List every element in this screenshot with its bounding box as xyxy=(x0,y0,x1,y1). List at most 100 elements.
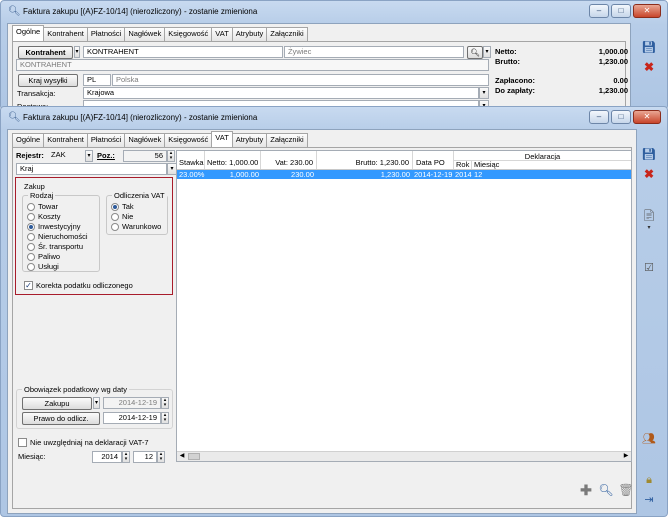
back-title-bar[interactable]: 🔍︎ Faktura zakupu [(A)FZ-10/14] (nierozl… xyxy=(1,1,667,23)
scroll-thumb[interactable] xyxy=(188,453,200,460)
maximize-button[interactable]: □ xyxy=(611,4,631,18)
add-icon[interactable]: ✚ xyxy=(577,481,595,499)
lock-icon[interactable]: 🔒︎ xyxy=(640,471,658,489)
poz-field[interactable]: 56 xyxy=(123,150,167,162)
nie-uwzgledniaj-checkbox[interactable]: Nie uwzględniaj na deklaracji VAT-7 xyxy=(18,438,149,447)
rodzaj-nieruchomosci[interactable]: Nieruchomości xyxy=(27,232,88,241)
rejestr-select[interactable]: ZAK xyxy=(51,150,85,162)
horizontal-scrollbar[interactable]: ◀ ▶ xyxy=(177,451,631,461)
tab-zalaczniki[interactable]: Załączniki xyxy=(266,133,308,147)
zakup-group: Zakup Rodzaj Towar Koszty Inwestycyjny N… xyxy=(15,177,173,295)
tab-ksiegowosc[interactable]: Księgowość xyxy=(164,133,213,147)
document-dropdown-icon[interactable]: ▾ xyxy=(640,223,658,233)
miesiac-year-spinner[interactable]: ▴ ▾ xyxy=(122,451,130,463)
radio-dot-selected xyxy=(27,222,35,231)
rodzaj-koszty[interactable]: Koszty xyxy=(27,212,61,221)
back-window: 🔍︎ Faktura zakupu [(A)FZ-10/14] (nierozl… xyxy=(0,0,668,113)
poz-spinner[interactable]: ▴ ▾ xyxy=(167,150,175,162)
transakcja-dropdown[interactable]: ▾ xyxy=(479,87,489,99)
col-miesiac-label: Miesiąc xyxy=(474,160,500,169)
miesiac-month-spinner[interactable]: ▴ ▾ xyxy=(157,451,165,463)
maximize-button[interactable]: □ xyxy=(611,110,631,124)
radio-dot xyxy=(27,232,35,241)
transakcja-select[interactable]: Krajowa xyxy=(83,87,479,99)
brutto-value: 1,230.00 xyxy=(598,57,628,66)
col-stawka-label: Stawka xyxy=(179,158,204,167)
kontrahent-button[interactable]: Kontrahent xyxy=(18,46,73,59)
minimize-button[interactable]: ‒ xyxy=(589,110,609,124)
prawo-date-spinner[interactable]: ▴ ▾ xyxy=(161,412,169,424)
radio-dot xyxy=(27,252,35,261)
vat-grid[interactable]: Stawka Netto: 1,000.00 Vat: 230.00 Brutt… xyxy=(176,150,632,462)
close-button[interactable]: ✕ xyxy=(633,4,661,18)
save-icon[interactable]: 💾︎ xyxy=(640,145,658,163)
col-stawka[interactable]: Stawka xyxy=(177,151,205,169)
odliczenia-warunkowo[interactable]: Warunkowo xyxy=(111,222,161,231)
prawo-date-field[interactable]: 2014-12-19 xyxy=(103,412,161,424)
back-save-icon[interactable]: 💾︎ xyxy=(640,38,658,56)
scroll-left-arrow[interactable]: ◀ xyxy=(177,452,187,461)
rodzaj-inwestycyjny[interactable]: Inwestycyjny xyxy=(27,222,81,231)
col-miesiac[interactable]: Miesiąc xyxy=(472,160,631,169)
kontrahent-search-button[interactable]: 🔍︎ xyxy=(467,46,483,59)
rodzaj-paliwo[interactable]: Paliwo xyxy=(27,252,60,261)
checklist-icon[interactable]: ☑ xyxy=(640,259,658,277)
back-tab-platnosci[interactable]: Płatności xyxy=(86,27,126,41)
scroll-right-arrow[interactable]: ▶ xyxy=(621,452,631,461)
odliczenia-tak[interactable]: Tak xyxy=(111,202,134,211)
back-cancel-icon[interactable]: ✖ xyxy=(640,58,658,76)
rodzaj-inwestycyjny-label: Inwestycyjny xyxy=(38,222,81,231)
tab-vat[interactable]: VAT xyxy=(211,131,233,147)
rodzaj-towar[interactable]: Towar xyxy=(27,202,58,211)
back-tab-kontrahent[interactable]: Kontrahent xyxy=(43,27,88,41)
back-tab-atrybuty[interactable]: Atrybuty xyxy=(231,27,268,41)
col-netto-label: Netto: 1,000.00 xyxy=(207,158,259,167)
korekta-checkbox[interactable]: ✓ Korekta podatku odliczonego xyxy=(24,281,133,290)
minimize-button[interactable]: ‒ xyxy=(589,4,609,18)
kraj-wysylki-button[interactable]: Kraj wysyłki xyxy=(18,74,78,87)
tab-atrybuty[interactable]: Atrybuty xyxy=(231,133,268,147)
col-brutto[interactable]: Brutto: 1,230.00 xyxy=(317,151,413,169)
obowiazek-group: Obowiązek podatkowy wg daty Zakupu ▾ 201… xyxy=(16,385,173,429)
front-title-bar[interactable]: 🔍︎ Faktura zakupu [(A)FZ-10/14] (nierozl… xyxy=(1,107,667,129)
search-icon[interactable]: 🔍︎ xyxy=(597,481,615,499)
miesiac-year-field[interactable]: 2014 xyxy=(92,451,122,463)
prawo-do-odlicz-button[interactable]: Prawo do odlicz. xyxy=(22,412,100,425)
zakupu-dropdown[interactable]: ▾ xyxy=(93,397,100,409)
back-tab-ksiegowosc[interactable]: Księgowość xyxy=(164,27,213,41)
back-tab-vat[interactable]: VAT xyxy=(211,27,233,41)
tab-naglowek[interactable]: Nagłówek xyxy=(124,133,166,147)
tab-ogolne[interactable]: Ogólne xyxy=(12,133,45,147)
rejestr-dropdown[interactable]: ▾ xyxy=(85,150,93,162)
radio-dot xyxy=(27,242,35,251)
zakupu-date-spinner[interactable]: ▴ ▾ xyxy=(161,397,169,409)
col-data-po[interactable]: Data PO xyxy=(413,151,454,169)
back-tab-naglowek[interactable]: Nagłówek xyxy=(124,27,166,41)
odliczenia-nie[interactable]: Nie xyxy=(111,212,133,221)
close-button[interactable]: ✕ xyxy=(633,110,661,124)
rodzaj-sr-transportu[interactable]: Śr. transportu xyxy=(27,242,83,251)
zakupu-button[interactable]: Zakupu xyxy=(22,397,92,410)
korekta-label: Korekta podatku odliczonego xyxy=(36,281,133,290)
cell-data-po: 2014-12-19 xyxy=(414,170,453,179)
kontrahent-search-dropdown[interactable]: ▾ xyxy=(483,46,491,58)
delete-icon[interactable]: 🗑︎ xyxy=(617,481,635,499)
col-rok[interactable]: Rok xyxy=(454,160,472,169)
rodzaj-paliwo-label: Paliwo xyxy=(38,252,61,261)
col-vat[interactable]: Vat: 230.00 xyxy=(261,151,317,169)
col-netto[interactable]: Netto: 1,000.00 xyxy=(205,151,261,169)
kontrahent-code-field[interactable]: KONTRAHENT xyxy=(83,46,283,58)
back-tab-zalaczniki[interactable]: Załączniki xyxy=(266,27,308,41)
back-tab-ogolne[interactable]: Ogólne xyxy=(12,25,45,41)
rodzaj-uslugi[interactable]: Usługi xyxy=(27,262,59,271)
kraj-code-field[interactable]: PL xyxy=(83,74,111,86)
users-icon[interactable]: 👥︎ xyxy=(640,430,658,448)
miesiac-month-field[interactable]: 12 xyxy=(133,451,157,463)
tab-platnosci[interactable]: Płatności xyxy=(86,133,126,147)
kontrahent-dropdown[interactable]: ▾ xyxy=(74,46,80,58)
tab-kontrahent[interactable]: Kontrahent xyxy=(43,133,88,147)
export-icon[interactable]: ⇥ xyxy=(640,491,658,509)
cancel-icon[interactable]: ✖ xyxy=(640,165,658,183)
kontrahent-city-field[interactable]: Żywiec xyxy=(284,46,464,58)
rejestr-name-field[interactable]: Kraj xyxy=(16,163,167,175)
